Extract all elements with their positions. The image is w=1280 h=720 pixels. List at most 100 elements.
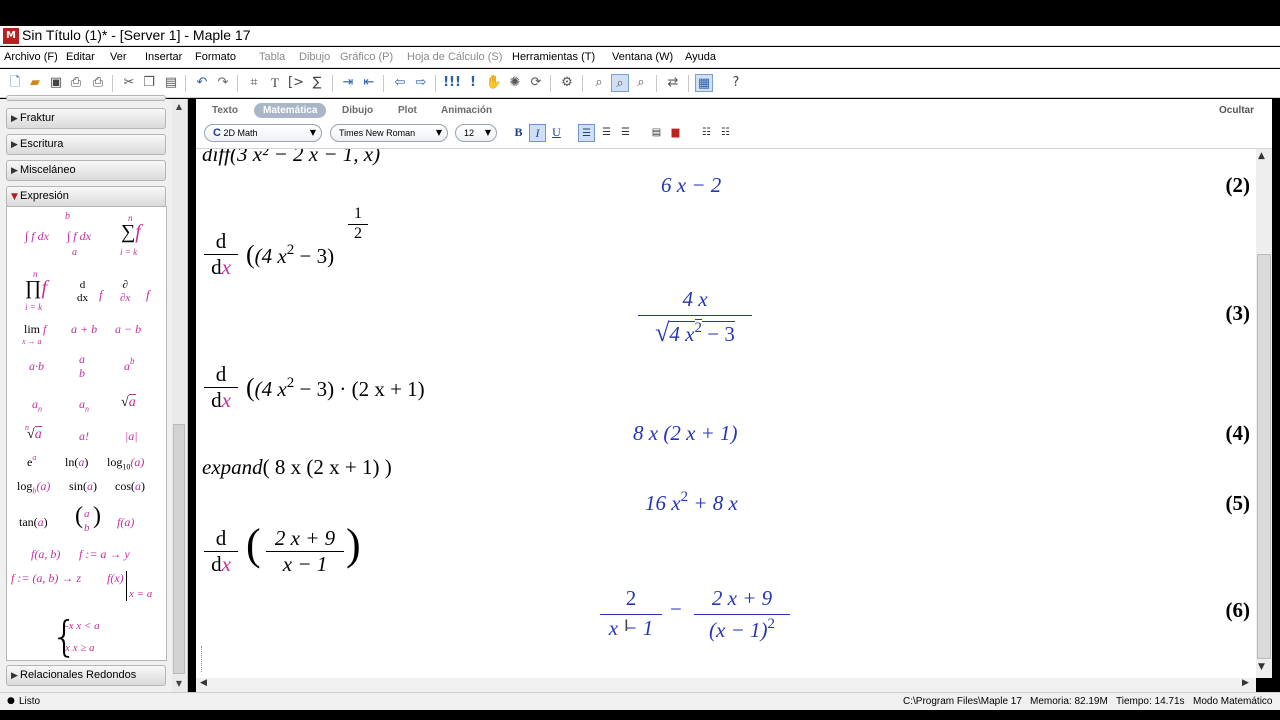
palette-minus[interactable]: a − b	[115, 322, 141, 337]
copy-icon[interactable]: ❐	[140, 74, 158, 92]
palette-power[interactable]: ab	[124, 357, 135, 374]
palette-eval-at[interactable]: f(x)	[107, 571, 127, 601]
indent-icon[interactable]: ⇥	[339, 74, 357, 92]
palette-exp[interactable]: ea	[27, 454, 36, 470]
execute-all-icon[interactable]: !!!	[443, 74, 461, 92]
palette-limit[interactable]: lim f	[24, 322, 46, 337]
hide-button[interactable]: Ocultar	[1219, 103, 1254, 118]
input-expand[interactable]: expand( 8 x (2 x + 1) )	[202, 455, 392, 480]
menu-archivo[interactable]: Archivo (F)	[4, 51, 58, 63]
help-icon[interactable]: ?	[727, 74, 745, 92]
palette-scrollbar[interactable]: ▲ ▼	[172, 99, 186, 692]
execute-icon[interactable]: !	[464, 74, 482, 92]
palette-plus[interactable]: a + b	[71, 322, 97, 337]
menu-editar[interactable]: Editar	[66, 51, 95, 63]
math-mode-combo[interactable]: C 2D Math ▼	[204, 124, 322, 142]
palette-header-miscelaneo[interactable]: ▶ Misceláneo	[6, 160, 166, 181]
menu-ventana[interactable]: Ventana (W)	[612, 51, 673, 63]
insert-text-icon[interactable]: T	[266, 74, 284, 92]
palette-arrow-definition[interactable]: f := a → y	[79, 547, 130, 562]
palette-logb[interactable]: logb(a)	[17, 479, 50, 495]
palette-derivative[interactable]: d dx	[77, 279, 88, 305]
insert-execution-group-icon[interactable]: ⌗	[245, 74, 263, 92]
worksheet[interactable]: diff(3 x² − 2 x − 1, x) 6 x − 2 (2) d dx…	[196, 149, 1256, 678]
zoom-in-icon[interactable]: ⌕	[632, 74, 650, 92]
palette-definite-integral[interactable]: ∫ f dx	[67, 229, 91, 244]
italic-icon[interactable]: I	[529, 124, 546, 142]
insert-maple-input-icon[interactable]: [>	[287, 74, 305, 92]
menu-ver[interactable]: Ver	[110, 51, 127, 63]
palette-fraction[interactable]: ab	[79, 352, 85, 380]
palette-tan[interactable]: tan(a)	[19, 515, 48, 530]
scroll-down-icon[interactable]: ▼	[173, 678, 185, 690]
layout-icon[interactable]: ▦	[695, 74, 713, 92]
tab-dibujo[interactable]: Dibujo	[342, 103, 373, 118]
scroll-up-icon[interactable]: ▲	[173, 101, 185, 113]
redo-icon[interactable]: ↷	[214, 74, 232, 92]
font-family-combo[interactable]: Times New Roman ▼	[330, 124, 448, 142]
save-icon[interactable]: ▣	[47, 74, 65, 92]
menu-herramientas[interactable]: Herramientas (T)	[512, 51, 595, 63]
palette-sin[interactable]: sin(a)	[69, 479, 97, 494]
zoom-icon[interactable]: ⌕	[590, 74, 608, 92]
menu-dibujo[interactable]: Dibujo	[299, 51, 330, 63]
palette-partial-derivative[interactable]: ∂ ∂x	[120, 279, 130, 305]
tab-matematica[interactable]: Matemática	[254, 103, 327, 118]
document-hscrollbar[interactable]: ◀ ▶	[196, 678, 1256, 692]
palette-abs[interactable]: |a|	[125, 429, 138, 444]
palette-subscript-atomic[interactable]: an	[79, 397, 89, 413]
tab-animacion[interactable]: Animación	[441, 103, 492, 118]
document-scrollbar[interactable]: ▲ ▼	[1256, 149, 1272, 678]
numbered-list-icon[interactable]: ☷	[717, 124, 734, 142]
palette-log10[interactable]: log10(a)	[107, 455, 144, 471]
bold-icon[interactable]: B	[510, 124, 527, 142]
palette-ln[interactable]: ln(a)	[65, 455, 88, 470]
outdent-icon[interactable]: ⇤	[360, 74, 378, 92]
palette-header-expresion[interactable]: ▼ Expresión	[6, 186, 166, 207]
palette-times[interactable]: a·b	[29, 359, 44, 374]
print-icon[interactable]: ⎙	[89, 74, 107, 92]
font-size-combo[interactable]: 12 ▼	[455, 124, 497, 142]
palette-nth-root[interactable]: √a	[27, 426, 42, 443]
zoom-100-icon[interactable]: ⌕	[611, 74, 629, 92]
insert-math-icon[interactable]: ∑	[308, 74, 326, 92]
paste-icon[interactable]: ▤	[162, 74, 180, 92]
menu-grafico[interactable]: Gráfico (P)	[340, 51, 393, 63]
palette-function-ab[interactable]: f(a, b)	[31, 547, 60, 562]
input-diff-partial[interactable]: diff(3 x² − 2 x − 1, x)	[202, 149, 380, 167]
debug-bug-icon[interactable]: ✺	[506, 74, 524, 92]
undo-icon[interactable]: ↶	[193, 74, 211, 92]
expand-right-icon[interactable]: ▶	[188, 112, 196, 123]
underline-icon[interactable]: U	[548, 124, 565, 142]
scroll-right-icon[interactable]: ▶	[1242, 678, 1249, 688]
palette-summation[interactable]: ∑f	[121, 221, 141, 244]
print-preview-icon[interactable]: ⎙	[67, 74, 85, 92]
menu-tabla[interactable]: Tabla	[259, 51, 285, 63]
new-document-icon[interactable]: 🗋	[6, 74, 24, 92]
scroll-down-icon[interactable]: ▼	[1258, 662, 1265, 672]
palette-header-escritura[interactable]: ▶ Escritura	[6, 134, 166, 155]
menu-ayuda[interactable]: Ayuda	[685, 51, 716, 63]
cut-icon[interactable]: ✂	[120, 74, 138, 92]
palette-factorial[interactable]: a!	[79, 429, 89, 444]
palette-header-fraktur[interactable]: ▶ Fraktur	[6, 108, 166, 129]
palette-cos[interactable]: cos(a)	[115, 479, 145, 494]
palette-header-relacionales-redondos[interactable]: ▶ Relacionales Redondos	[6, 665, 166, 686]
palette-scroll-thumb[interactable]	[173, 424, 185, 674]
menu-hoja-de-calculo[interactable]: Hoja de Cálculo (S)	[407, 51, 502, 63]
restart-icon[interactable]: ⟳	[527, 74, 545, 92]
highlight-color-icon[interactable]: ▆	[667, 124, 684, 142]
align-left-icon[interactable]: ☰	[578, 124, 595, 142]
open-folder-icon[interactable]: ▰	[26, 74, 44, 92]
stop-hand-icon[interactable]: ✋	[485, 74, 503, 92]
align-center-icon[interactable]: ☰	[598, 124, 615, 142]
tab-texto[interactable]: Texto	[212, 103, 238, 118]
settings-gear-icon[interactable]: ⚙	[558, 74, 576, 92]
palette-arrow-definition-2[interactable]: f := (a, b) → z	[11, 571, 81, 586]
document-scroll-thumb[interactable]	[1257, 254, 1271, 659]
palette-sqrt[interactable]: √a	[121, 394, 136, 411]
palette-integral[interactable]: ∫ f dx	[25, 229, 49, 244]
palette-subscript[interactable]: an	[32, 397, 42, 413]
scroll-left-icon[interactable]: ◀	[200, 678, 207, 688]
align-right-icon[interactable]: ☰	[617, 124, 634, 142]
